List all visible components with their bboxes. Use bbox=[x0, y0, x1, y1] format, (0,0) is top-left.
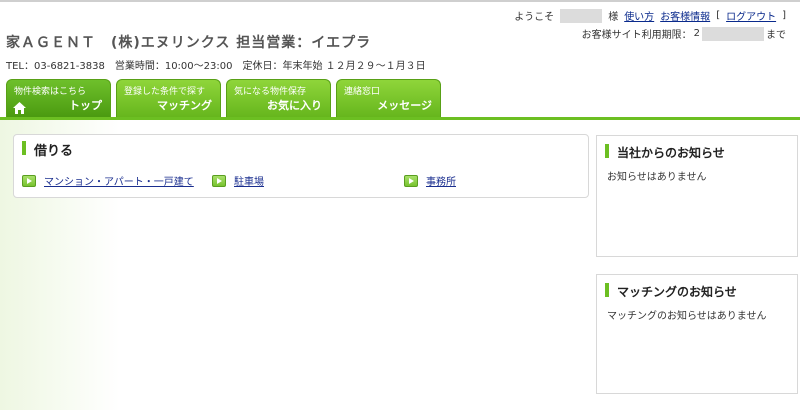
bracket-close: ] bbox=[782, 10, 786, 21]
matching-notice-marker bbox=[605, 283, 609, 297]
expire-prefix: 2 bbox=[693, 28, 700, 39]
rent-link-mansion-label[interactable]: マンション・アパート・一戸建て bbox=[44, 173, 194, 188]
matching-notice-box: マッチングのお知らせ マッチングのお知らせはありません bbox=[596, 274, 798, 394]
masked-username bbox=[560, 8, 603, 23]
rent-title: 借りる bbox=[34, 144, 74, 159]
rent-panel: 借りる マンション・アパート・一戸建て 駐車場 事務所 bbox=[13, 134, 589, 198]
expire-suffix: まで bbox=[766, 30, 786, 41]
home-icon bbox=[13, 102, 26, 114]
matching-notice-text: マッチングのお知らせはありません bbox=[607, 311, 767, 322]
tab-message-label: メッセージ bbox=[377, 99, 432, 112]
masked-expire-date bbox=[702, 26, 764, 41]
logout-link[interactable]: ログアウト bbox=[726, 8, 776, 23]
rent-link-parking-label[interactable]: 駐車場 bbox=[234, 173, 264, 188]
welcome-text: ようこそ bbox=[514, 12, 555, 23]
arrow-right-icon bbox=[404, 174, 418, 187]
rent-link-office-label[interactable]: 事務所 bbox=[426, 173, 456, 188]
tab-top-label: トップ bbox=[69, 99, 102, 112]
arrow-right-icon bbox=[212, 174, 226, 187]
tab-matching-sub: 登録した条件で探す bbox=[124, 87, 206, 97]
expire-label: お客様サイト利用期限： bbox=[581, 30, 692, 41]
tab-matching[interactable]: 登録した条件で探す マッチング bbox=[116, 79, 221, 117]
rent-link-office[interactable]: 事務所 bbox=[404, 173, 456, 188]
sama-text: 様 bbox=[608, 12, 619, 23]
company-notice-title: 当社からのお知らせ bbox=[617, 146, 725, 160]
tab-favorites-label: お気に入り bbox=[267, 99, 322, 112]
tab-top-sub: 物件検索はこちら bbox=[14, 87, 87, 97]
tab-message-sub: 連絡窓口 bbox=[344, 87, 381, 97]
company-name: 家ＡＧＥＮＴ (株)エヌリンクス 担当営業：イエプラ bbox=[6, 35, 372, 51]
rent-link-mansion[interactable]: マンション・アパート・一戸建て bbox=[22, 173, 194, 188]
company-notice-box: 当社からのお知らせ お知らせはありません bbox=[596, 135, 798, 257]
tab-favorites[interactable]: 気になる物件保存 お気に入り bbox=[226, 79, 331, 117]
arrow-right-icon bbox=[22, 174, 36, 187]
tab-message[interactable]: 連絡窓口 メッセージ bbox=[336, 79, 441, 117]
top-border bbox=[0, 0, 800, 2]
tab-matching-label: マッチング bbox=[157, 99, 212, 112]
rent-link-parking[interactable]: 駐車場 bbox=[212, 173, 264, 188]
usage-link[interactable]: 使い方 bbox=[624, 8, 654, 23]
expire-info: お客様サイト利用期限： 2 まで bbox=[582, 26, 786, 41]
customer-info-link[interactable]: お客様情報 bbox=[660, 8, 710, 23]
matching-notice-title: マッチングのお知らせ bbox=[617, 285, 737, 299]
company-notice-marker bbox=[605, 144, 609, 158]
rent-title-marker bbox=[22, 141, 26, 155]
contact-info: TEL：03-6821-3838 営業時間：10:00～23:00 定休日：年末… bbox=[6, 61, 426, 72]
nav-tabs: 物件検索はこちら トップ 登録した条件で探す マッチング 気になる物件保存 お気… bbox=[6, 79, 441, 117]
company-notice-text: お知らせはありません bbox=[607, 172, 707, 183]
tab-top[interactable]: 物件検索はこちら トップ bbox=[6, 79, 111, 117]
user-area: ようこそ 様 使い方 お客様情報 [ ログアウト ] bbox=[514, 8, 786, 23]
tab-favorites-sub: 気になる物件保存 bbox=[234, 87, 307, 97]
bracket-open: [ bbox=[716, 10, 721, 21]
